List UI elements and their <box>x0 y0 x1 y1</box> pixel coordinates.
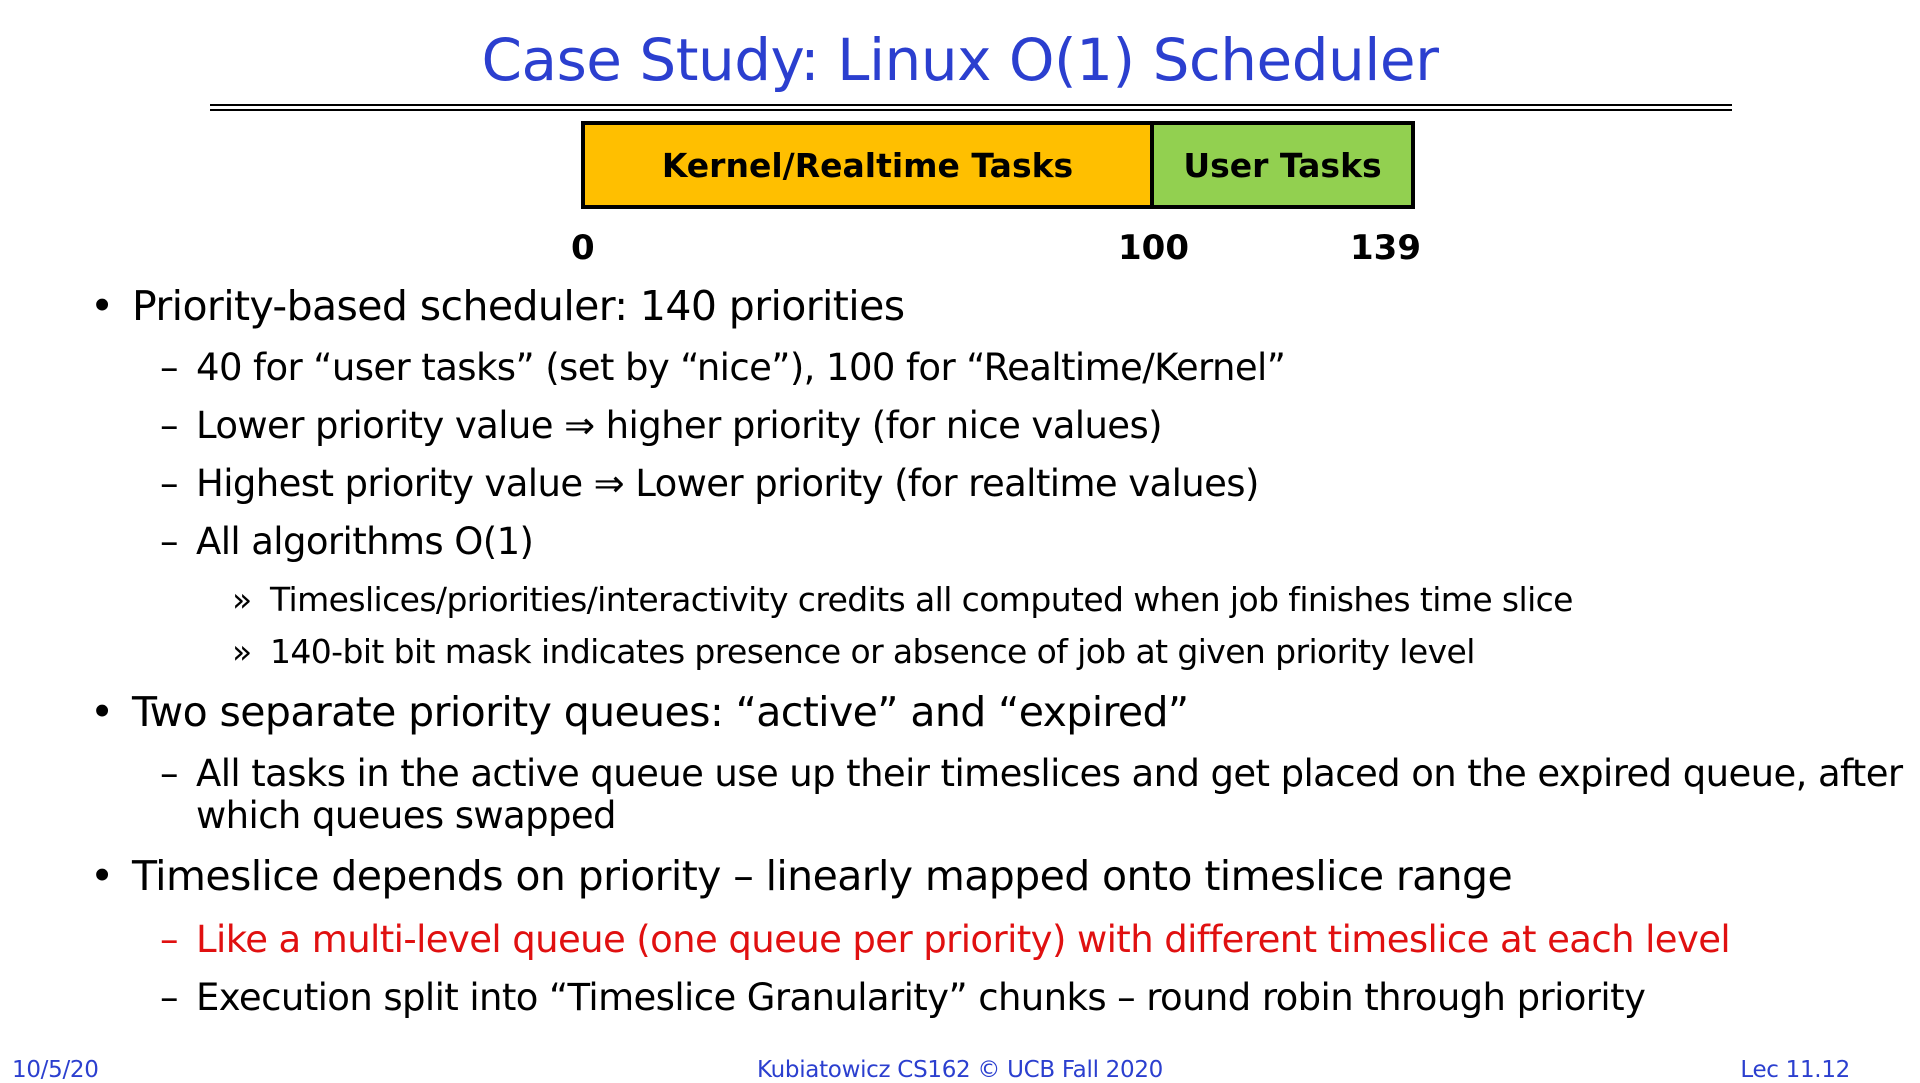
sub-bullet-active-queue-line-1: All tasks in the active queue use up the… <box>196 752 1903 795</box>
bullet-timeslice-depends: Timeslice depends on priority – linearly… <box>132 852 1513 900</box>
sub-sub-bullet-timeslices: Timeslices/priorities/interactivity cred… <box>270 580 1573 619</box>
sub-bullet-execution-split: Execution split into “Timeslice Granular… <box>196 976 1646 1019</box>
priority-tick-139: 139 <box>1350 228 1421 268</box>
user-tasks-label: User Tasks <box>1183 145 1382 185</box>
dash-marker: – <box>160 346 179 389</box>
sub-bullet-all-algorithms: All algorithms O(1) <box>196 520 534 563</box>
sub-bullet-highest-priority-value: Highest priority value ⇒ Lower priority … <box>196 462 1259 505</box>
dash-marker: – <box>160 462 179 505</box>
title-underline-bottom <box>210 109 1732 111</box>
dash-marker: – <box>160 918 179 961</box>
footer-lecture-number: Lec 11.12 <box>1740 1057 1850 1083</box>
footer-course: Kubiatowicz CS162 © UCB Fall 2020 <box>756 1057 1164 1083</box>
bullet-marker: • <box>90 852 114 900</box>
dash-marker: – <box>160 520 179 563</box>
bullet-marker: • <box>90 688 114 736</box>
sub-bullet-active-queue-line-2: which queues swapped <box>196 794 617 837</box>
sub-sub-bullet-bit-mask: 140-bit bit mask indicates presence or a… <box>270 632 1475 671</box>
dash-marker: – <box>160 404 179 447</box>
kernel-realtime-tasks-label: Kernel/Realtime Tasks <box>661 145 1074 185</box>
chevron-marker: » <box>232 632 252 671</box>
bullet-two-priority-queues: Two separate priority queues: “active” a… <box>132 688 1189 736</box>
user-tasks-segment: User Tasks <box>1150 121 1415 209</box>
slide-title: Case Study: Linux O(1) Scheduler <box>481 26 1439 94</box>
title-underline-top <box>210 104 1732 106</box>
priority-tick-0: 0 <box>571 228 595 268</box>
bullet-marker: • <box>90 282 114 330</box>
sub-bullet-multi-level-queue: Like a multi-level queue (one queue per … <box>196 918 1731 961</box>
dash-marker: – <box>160 752 179 795</box>
sub-bullet-lower-priority-value: Lower priority value ⇒ higher priority (… <box>196 404 1163 447</box>
bullet-priority-based-scheduler: Priority-based scheduler: 140 priorities <box>132 282 905 330</box>
kernel-realtime-tasks-segment: Kernel/Realtime Tasks <box>581 121 1154 209</box>
chevron-marker: » <box>232 580 252 619</box>
sub-bullet-user-tasks: 40 for “user tasks” (set by “nice”), 100… <box>196 346 1286 389</box>
dash-marker: – <box>160 976 179 1019</box>
priority-tick-100: 100 <box>1118 228 1189 268</box>
